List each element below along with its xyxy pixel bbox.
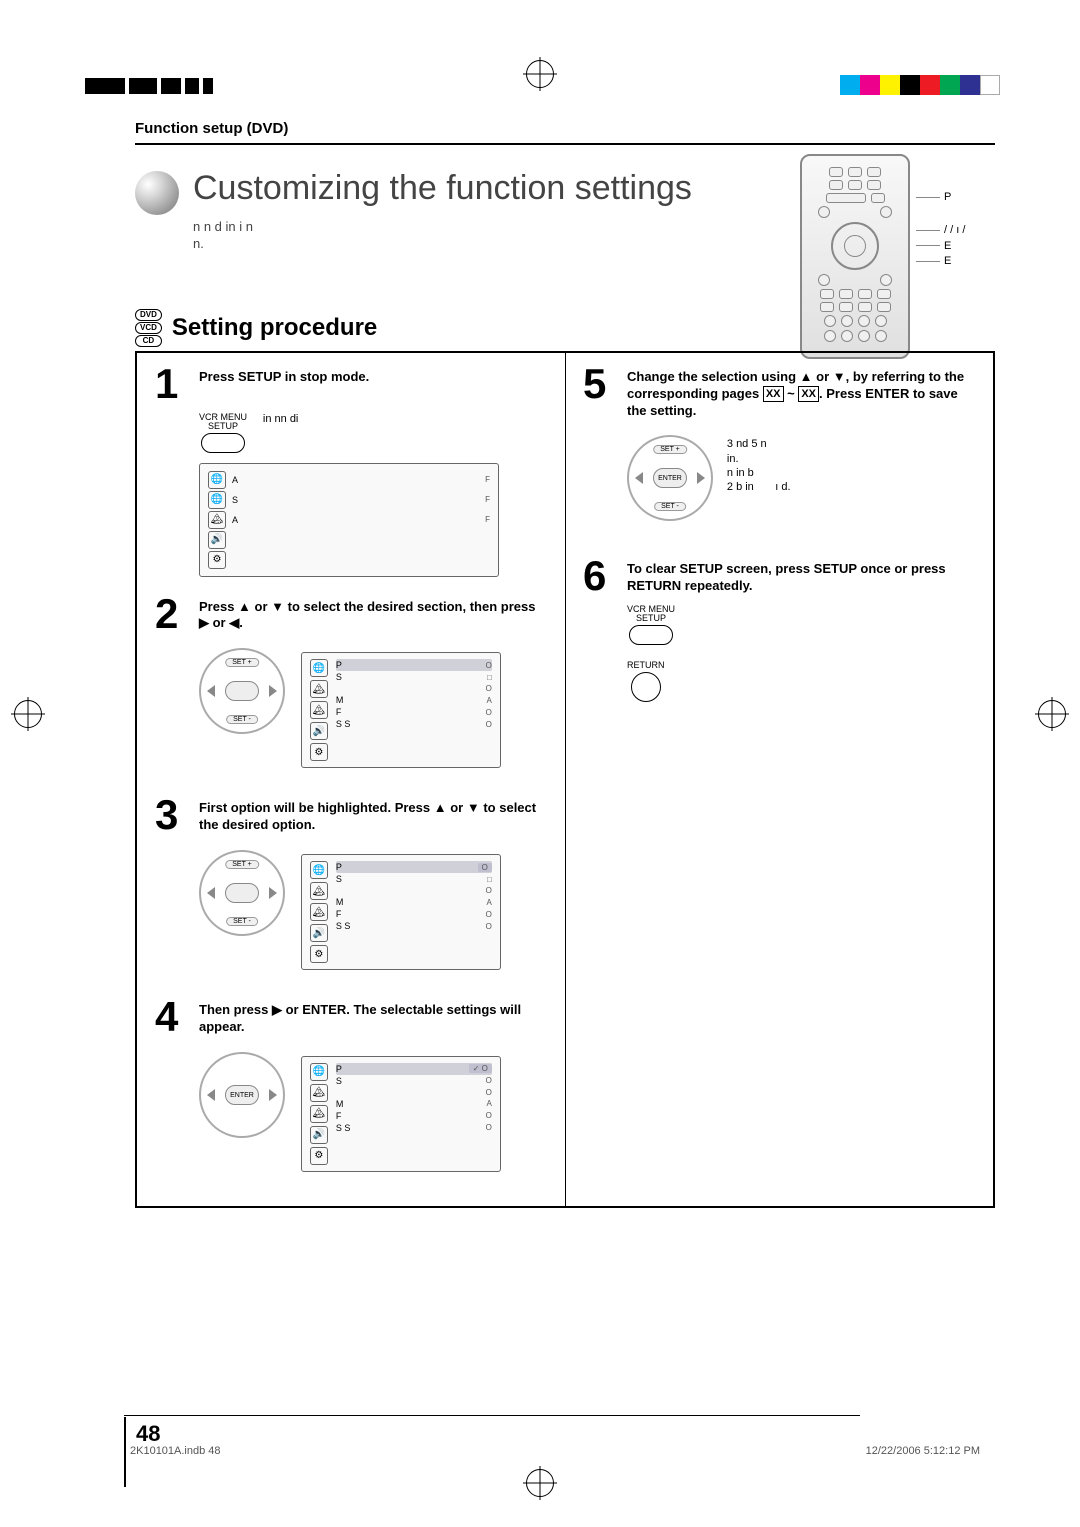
crop-bars-top bbox=[85, 78, 213, 94]
registration-mark-icon bbox=[1038, 700, 1066, 728]
nav-ring-icon: ENTER bbox=[199, 1052, 285, 1138]
procedure-frame: 1 Press SETUP in stop mode. VCR MENU SET… bbox=[135, 351, 995, 1208]
step-text: First option will be highlighted. Press … bbox=[199, 796, 547, 834]
setup-button-icon: VCR MENU SETUP bbox=[627, 605, 675, 645]
step-number: 2 bbox=[155, 595, 191, 633]
return-button-icon: RETURN bbox=[627, 660, 665, 702]
step-note: 3 nd 5 n in. n in b 2 b in ı d. bbox=[727, 429, 947, 494]
step-number: 4 bbox=[155, 998, 191, 1036]
step-text: Change the selection using ▲ or ▼, by re… bbox=[627, 365, 975, 420]
osd-screen: 🌐🏔🏔🔊⚙ PO S□ O MA FO S SO bbox=[301, 854, 501, 970]
section-header: Function setup (DVD) bbox=[135, 120, 995, 137]
osd-screen: 🌐AF 🌐SF 🏔AF 🔊 ⚙ bbox=[199, 463, 499, 577]
step-text: To clear SETUP screen, press SETUP once … bbox=[627, 557, 975, 595]
step-number: 6 bbox=[583, 557, 619, 595]
nav-ring-icon: SET + SET - bbox=[199, 850, 285, 936]
page-title: Customizing the function settings bbox=[193, 169, 692, 208]
remote-illustration: P / / ı / E E bbox=[800, 154, 990, 359]
step-number: 3 bbox=[155, 796, 191, 834]
nav-ring-icon: SET + SET - bbox=[199, 648, 285, 734]
osd-screen: 🌐🏔🏔🔊⚙ P✓ O SO O MA FO S SO bbox=[301, 1056, 501, 1172]
step-text: Then press ▶ or ENTER. The selectable se… bbox=[199, 998, 547, 1036]
step-number: 5 bbox=[583, 365, 619, 420]
step-text: Press ▲ or ▼ to select the desired secti… bbox=[199, 595, 547, 633]
page-number: 48 bbox=[136, 1421, 160, 1447]
disc-badges: DVD VCD CD bbox=[135, 309, 162, 347]
procedure-title: Setting procedure bbox=[172, 314, 377, 342]
section-rule bbox=[135, 143, 995, 145]
footer-filename: 2K10101A.indb 48 bbox=[130, 1445, 221, 1457]
step-text: Press SETUP in stop mode. bbox=[199, 365, 369, 403]
footer-timestamp: 12/22/2006 5:12:12 PM bbox=[866, 1445, 980, 1457]
registration-mark-icon bbox=[526, 60, 554, 88]
setup-button-icon: VCR MENU SETUP bbox=[199, 413, 247, 453]
nav-ring-icon: SET + ENTER SET - bbox=[627, 435, 713, 521]
step-number: 1 bbox=[155, 365, 191, 403]
color-bar bbox=[840, 75, 1000, 95]
registration-mark-icon bbox=[14, 700, 42, 728]
bullet-sphere-icon bbox=[135, 171, 179, 215]
osd-screen: 🌐🏔🏔🔊⚙ PO S□ O MA FO S SO bbox=[301, 652, 501, 768]
